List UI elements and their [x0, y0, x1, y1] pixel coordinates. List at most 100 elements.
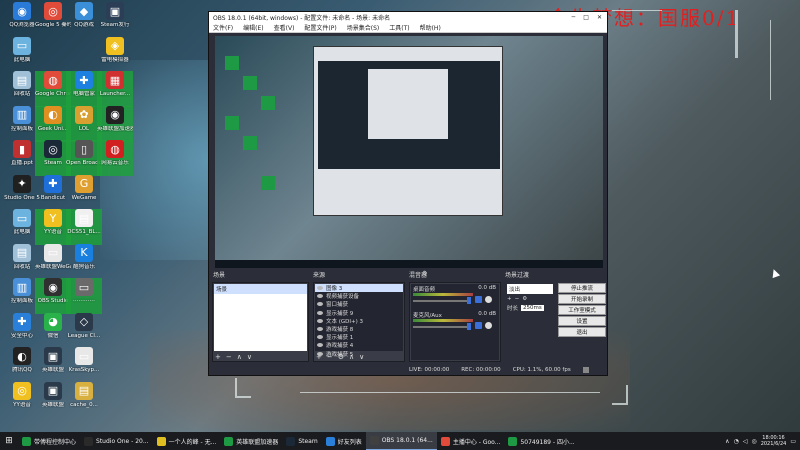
chevron-up-icon[interactable]: ∧	[725, 438, 729, 445]
taskbar-item[interactable]: 一个人的峰 - 无...	[153, 432, 221, 450]
channel-gear-icon[interactable]	[485, 296, 492, 303]
add-source-icon[interactable]: +	[316, 353, 322, 361]
desktop-icon[interactable]: ▣ Steam发行	[97, 2, 133, 38]
scenes-list[interactable]: 场景	[214, 284, 307, 351]
app-icon: ▭	[44, 243, 62, 262]
move-down-icon[interactable]: ∨	[247, 353, 252, 361]
stop-streaming-button[interactable]: 停止推流	[558, 283, 606, 293]
preview-icon	[243, 136, 257, 150]
app-icon: ◐	[44, 105, 62, 124]
menu-help[interactable]: 帮助(H)	[420, 23, 441, 32]
mute-icon[interactable]	[475, 322, 482, 329]
source-item[interactable]: 图像 3	[315, 284, 403, 293]
desktop-icon[interactable]: G WeGame	[66, 174, 102, 211]
mixer-dock-gear-icon[interactable]: ⚙	[422, 270, 427, 277]
remove-source-icon[interactable]: −	[327, 353, 333, 361]
visibility-eye-icon[interactable]	[317, 294, 323, 299]
transition-gear-icon[interactable]: ⚙	[522, 296, 527, 302]
taskbar-item[interactable]: Studio One - 20...	[80, 432, 153, 450]
source-item[interactable]: 文本 (GDI+) 3	[315, 317, 403, 325]
desktop-icon[interactable]: ◉ 英雄联盟加速器	[97, 105, 133, 142]
visibility-eye-icon[interactable]	[317, 310, 323, 315]
desktop-icon[interactable]: ◈ 雷电模拟器	[97, 36, 133, 73]
desktop-icon-label: 网易云音乐	[101, 160, 129, 166]
volume-icon[interactable]: ◁	[743, 438, 748, 445]
obs-title-bar[interactable]: OBS 18.0.1 (64bit, windows) - 配置文件: 未命名 …	[209, 12, 607, 23]
source-item[interactable]: 显示捕获 1	[315, 333, 403, 341]
desktop-icon[interactable]: ◍ 网易云音乐	[97, 140, 133, 176]
mute-icon[interactable]	[475, 296, 482, 303]
desktop-icon[interactable]: ◇ League Cl...	[66, 312, 102, 349]
obs-window[interactable]: OBS 18.0.1 (64bit, windows) - 配置文件: 未命名 …	[208, 11, 608, 376]
menu-file[interactable]: 文件(F)	[213, 23, 233, 32]
studio-mode-button[interactable]: 工作室模式	[558, 305, 606, 315]
start-recording-button[interactable]: 开始录制	[558, 294, 606, 304]
maximize-icon[interactable]: □	[583, 14, 589, 21]
taskbar-item[interactable]: 好友列表	[322, 432, 366, 450]
taskbar-item[interactable]: 主播中心 - Goo...	[437, 432, 505, 450]
desktop-icon[interactable]: ▭ ⋯⋯⋯⋯	[66, 278, 102, 314]
source-item[interactable]: 视频捕获设备	[315, 292, 403, 300]
menu-scene-collection[interactable]: 场景集合(S)	[347, 23, 380, 32]
visibility-eye-icon[interactable]	[317, 286, 323, 291]
settings-button[interactable]: 设置	[558, 316, 606, 326]
desktop-icon[interactable]: ▭ 此电脑	[4, 36, 40, 73]
menu-view[interactable]: 查看(V)	[274, 23, 295, 32]
taskbar-item[interactable]: Steam	[282, 432, 321, 450]
volume-slider[interactable]	[413, 300, 471, 302]
exit-button[interactable]: 退出	[558, 327, 606, 337]
taskbar-item[interactable]: 英雄联盟加速器	[220, 432, 282, 450]
menu-profile[interactable]: 配置文件(P)	[304, 23, 336, 32]
sources-list[interactable]: 图像 3 视频捕获设备 窗口捕获 显示捕获 9 文本 (GDI+) 3 游戏捕获 8 显示捕…	[315, 284, 403, 358]
desktop-icon[interactable]: ▭ KrasSkyp...	[66, 347, 102, 383]
app-icon: ▭	[75, 347, 93, 365]
scene-item[interactable]: 场景	[214, 284, 307, 294]
add-scene-icon[interactable]: +	[215, 353, 221, 361]
app-icon: ▣	[44, 381, 62, 400]
desktop-icon[interactable]: ▤ DCS51_BL...	[66, 209, 102, 245]
visibility-eye-icon[interactable]	[317, 343, 323, 348]
move-up-icon[interactable]: ∧	[349, 353, 354, 361]
close-icon[interactable]: ✕	[597, 14, 602, 21]
source-item[interactable]: 游戏捕获 4	[315, 341, 403, 349]
add-transition-icon[interactable]: +	[507, 296, 512, 302]
desktop-icon[interactable]: ▦ Launcher...	[97, 71, 133, 107]
start-button[interactable]: ⊞	[0, 432, 18, 450]
taskbar-item[interactable]: 带傅程控制中心	[18, 432, 80, 450]
app-icon: ✚	[13, 312, 31, 331]
steam-tray-icon[interactable]: ◎	[751, 438, 756, 445]
desktop-icon[interactable]: ▤ cache_0...	[66, 381, 102, 418]
taskbar-item-label: OBS 18.0.1 (64...	[381, 437, 433, 444]
remove-transition-icon[interactable]: −	[515, 296, 520, 302]
taskbar-item[interactable]: 50749189 - 四小...	[504, 432, 578, 450]
obs-preview-canvas[interactable]	[215, 36, 603, 268]
volume-slider-handle[interactable]	[467, 323, 471, 330]
move-up-icon[interactable]: ∧	[237, 353, 242, 361]
source-item[interactable]: 窗口捕获	[315, 300, 403, 308]
visibility-eye-icon[interactable]	[317, 327, 323, 332]
app-icon: ✚	[75, 71, 93, 89]
remove-scene-icon[interactable]: −	[226, 353, 232, 361]
visibility-eye-icon[interactable]	[317, 318, 323, 323]
visibility-eye-icon[interactable]	[317, 335, 323, 340]
source-settings-icon[interactable]: ⚙	[338, 353, 344, 361]
channel-gear-icon[interactable]	[485, 322, 492, 329]
move-down-icon[interactable]: ∨	[359, 353, 364, 361]
source-item[interactable]: 游戏捕获 8	[315, 325, 403, 333]
source-item[interactable]: 显示捕获 9	[315, 309, 403, 317]
menu-edit[interactable]: 编辑(E)	[243, 23, 263, 32]
notification-icon[interactable]: ▭	[790, 438, 796, 445]
taskbar-clock[interactable]: 18:00:16 2021/6/24	[761, 435, 787, 447]
source-item-label: 显示捕获 1	[326, 335, 354, 342]
taskbar-item[interactable]: OBS 18.0.1 (64...	[365, 432, 437, 450]
volume-slider-handle[interactable]	[467, 297, 471, 304]
menu-tools[interactable]: 工具(T)	[389, 23, 409, 32]
transition-select[interactable]: 淡出	[507, 284, 553, 294]
transitions-panel: 淡出 + − ⚙ 时长 250ms	[505, 282, 555, 362]
desktop-icon[interactable]: K 酷狗音乐	[66, 243, 102, 280]
network-icon[interactable]: ◔	[734, 438, 739, 445]
volume-slider[interactable]	[413, 326, 471, 328]
minimize-icon[interactable]: ─	[572, 14, 576, 21]
visibility-eye-icon[interactable]	[317, 302, 323, 307]
duration-input[interactable]: 250ms	[521, 305, 544, 311]
